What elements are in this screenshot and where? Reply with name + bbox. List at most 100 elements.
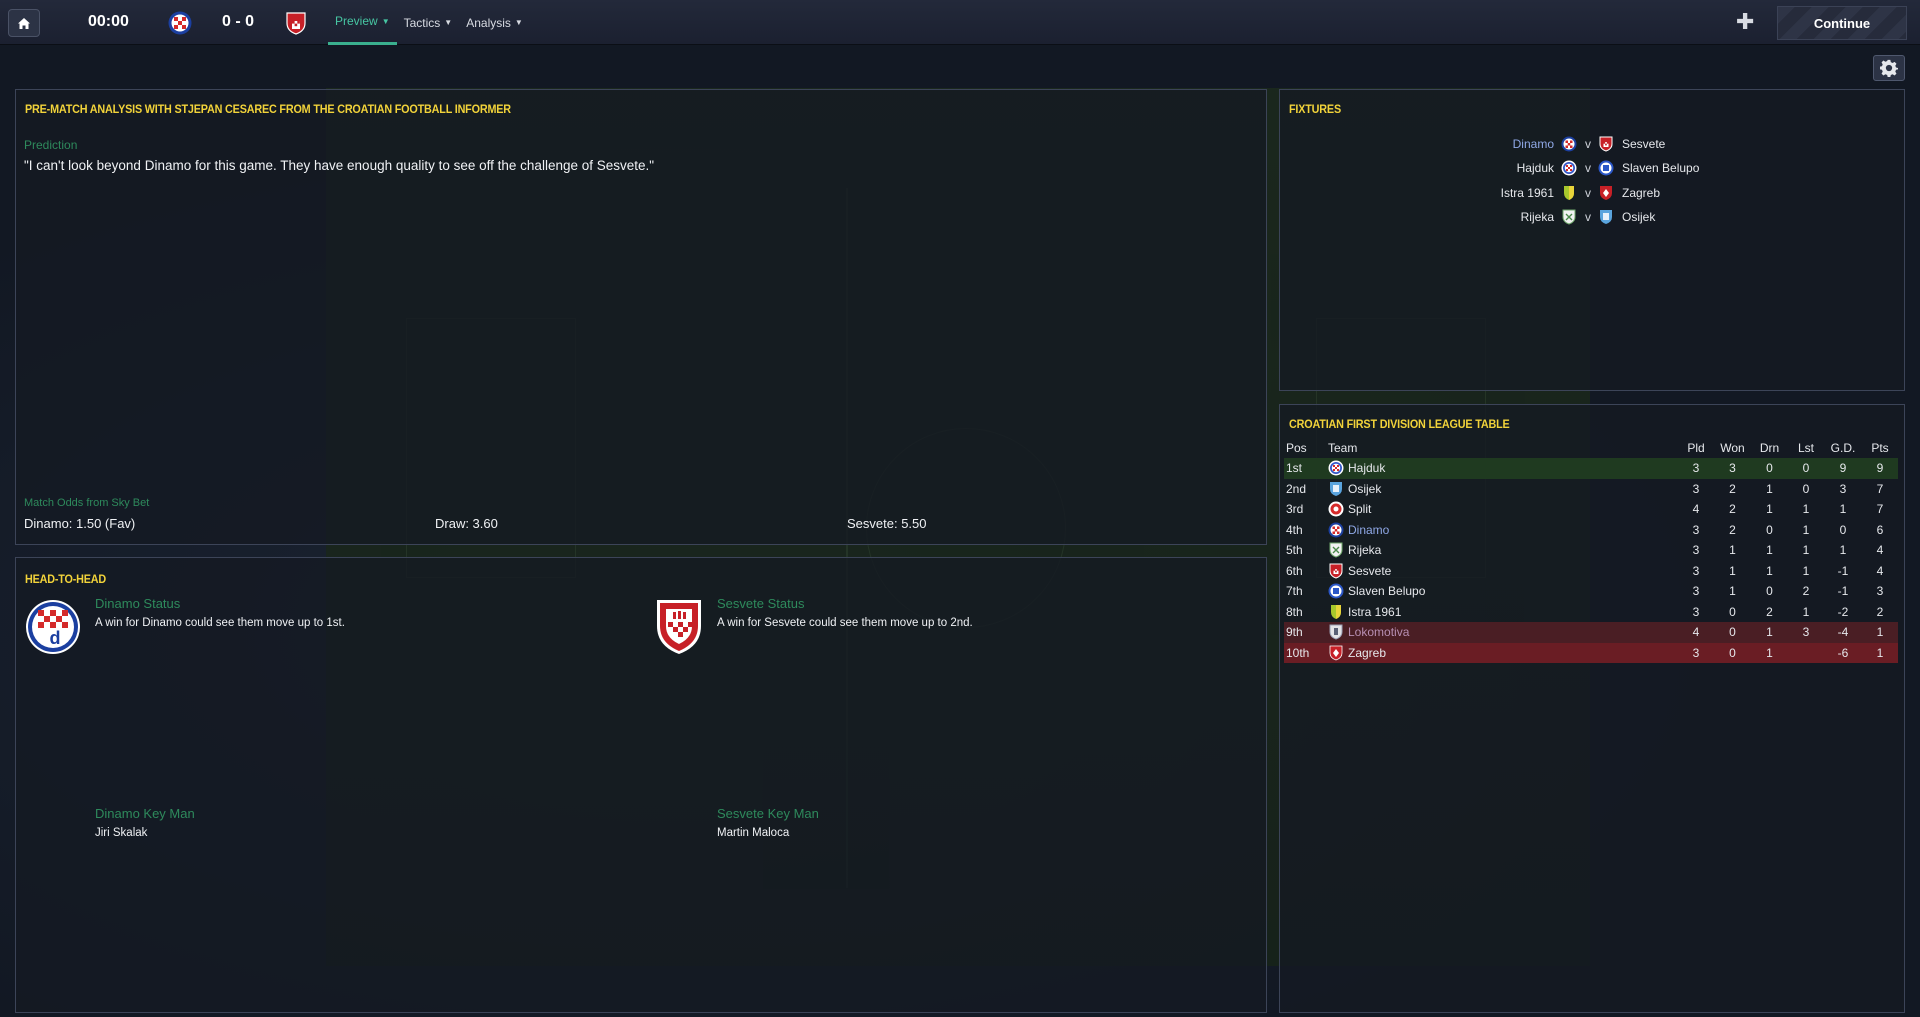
row-drn: 1 xyxy=(1766,543,1773,558)
continue-button[interactable]: Continue xyxy=(1777,6,1907,40)
row-gd: 3 xyxy=(1839,481,1847,496)
home-keyman[interactable]: Jiri Skalak xyxy=(95,827,147,839)
row-drn: 2 xyxy=(1766,604,1773,619)
fixture-home-team[interactable]: Dinamo xyxy=(1513,137,1554,151)
row-gd: -4 xyxy=(1824,622,1862,643)
away-keyman[interactable]: Martin Maloca xyxy=(717,827,789,839)
row-pts: 4 xyxy=(1876,543,1884,558)
row-pts: 2 xyxy=(1876,604,1884,619)
tab-analysis-label: Analysis xyxy=(466,15,511,30)
row-pld: 3 xyxy=(1692,563,1700,578)
col-lst[interactable]: Lst xyxy=(1788,438,1824,458)
row-team[interactable]: Dinamo xyxy=(1348,523,1389,537)
fixture-home-team[interactable]: Hajduk xyxy=(1517,161,1554,175)
table-row[interactable]: 3rd Split 4 2 1 1 1 7 xyxy=(1284,499,1898,520)
fixture-away-team[interactable]: Zagreb xyxy=(1622,186,1660,200)
row-team[interactable]: Zagreb xyxy=(1348,646,1386,660)
match-clock: 00:00 xyxy=(88,13,129,30)
col-won[interactable]: Won xyxy=(1714,438,1751,458)
row-team[interactable]: Osijek xyxy=(1348,482,1381,496)
fixture-row[interactable]: Istra 1961 v Zagreb xyxy=(1280,183,1904,203)
fixtures-panel: FIXTURES Dinamo v Sesvete Hajduk v Slave… xyxy=(1279,89,1905,391)
tab-preview-label: Preview xyxy=(335,14,378,28)
settings-button[interactable] xyxy=(1873,55,1905,81)
home-button[interactable] xyxy=(8,9,40,37)
sesvete-crest-icon[interactable] xyxy=(653,596,705,656)
row-lst: 1 xyxy=(1802,563,1810,578)
col-pos[interactable]: Pos xyxy=(1284,438,1326,458)
svg-text:d: d xyxy=(50,628,61,648)
row-team[interactable]: Rijeka xyxy=(1348,543,1381,557)
chevron-down-icon: ▼ xyxy=(514,18,523,27)
row-pts: 1 xyxy=(1862,642,1898,663)
table-row[interactable]: 5th Rijeka 3 1 1 1 1 4 xyxy=(1284,540,1898,561)
row-lst: 1 xyxy=(1802,502,1810,517)
fixture-away-team[interactable]: Osijek xyxy=(1622,210,1655,224)
row-drn: 1 xyxy=(1751,622,1788,643)
odds-home: Dinamo: 1.50 (Fav) xyxy=(24,516,136,531)
tab-analysis[interactable]: Analysis ▼ xyxy=(459,0,530,45)
home-icon xyxy=(18,17,30,29)
hajduk-crest-icon xyxy=(1328,460,1344,476)
dinamo-crest-icon xyxy=(1561,136,1577,152)
row-lst: 0 xyxy=(1788,458,1824,479)
fixture-row[interactable]: Rijeka v Osijek xyxy=(1280,207,1904,227)
col-gd[interactable]: G.D. xyxy=(1824,438,1862,458)
osijek-crest-icon xyxy=(1598,209,1614,225)
table-row[interactable]: 8th Istra 1961 3 0 2 1 -2 2 xyxy=(1284,602,1898,623)
fixture-row[interactable]: Hajduk v Slaven Belupo xyxy=(1280,158,1904,178)
rijeka-crest-icon xyxy=(1561,209,1577,225)
sesvete-crest-icon[interactable] xyxy=(284,11,308,35)
row-team[interactable]: Lokomotiva xyxy=(1348,625,1409,639)
col-pts[interactable]: Pts xyxy=(1862,438,1898,458)
table-row[interactable]: 9th Lokomotiva 4 0 1 3 -4 1 xyxy=(1284,622,1898,643)
row-won: 0 xyxy=(1729,604,1736,619)
row-pts: 7 xyxy=(1876,481,1884,496)
table-row[interactable]: 4th Dinamo 3 2 0 1 0 6 xyxy=(1284,520,1898,541)
row-pts: 9 xyxy=(1862,458,1898,479)
table-row[interactable]: 10th Zagreb 3 0 1 -6 1 xyxy=(1284,642,1898,663)
row-pos: 1st xyxy=(1284,458,1326,479)
away-status-label: Sesvete Status xyxy=(717,596,805,611)
fixture-away-team[interactable]: Slaven Belupo xyxy=(1622,161,1699,175)
table-row[interactable]: 6th Sesvete 3 1 1 1 -1 4 xyxy=(1284,561,1898,582)
row-team[interactable]: Istra 1961 xyxy=(1348,605,1401,619)
row-pts: 3 xyxy=(1876,584,1884,599)
row-team[interactable]: Hajduk xyxy=(1348,461,1385,475)
row-pts: 1 xyxy=(1862,622,1898,643)
row-drn: 1 xyxy=(1766,502,1773,517)
row-pos: 4th xyxy=(1286,522,1303,537)
fixture-home-team[interactable]: Istra 1961 xyxy=(1501,186,1554,200)
row-pld: 3 xyxy=(1692,604,1700,619)
row-team[interactable]: Split xyxy=(1348,502,1371,516)
slaven-belupo-crest-icon xyxy=(1598,160,1614,176)
fixture-away-team[interactable]: Sesvete xyxy=(1622,137,1665,151)
row-drn: 0 xyxy=(1766,522,1773,537)
row-team[interactable]: Slaven Belupo xyxy=(1348,584,1425,598)
col-drn[interactable]: Drn xyxy=(1751,438,1788,458)
fixture-home-team[interactable]: Rijeka xyxy=(1521,210,1554,224)
col-team[interactable]: Team xyxy=(1326,438,1678,458)
row-won: 2 xyxy=(1729,502,1736,517)
row-team[interactable]: Sesvete xyxy=(1348,564,1391,578)
zagreb-crest-icon xyxy=(1598,185,1614,201)
row-won: 2 xyxy=(1729,522,1736,537)
dinamo-crest-icon[interactable] xyxy=(168,11,192,35)
dinamo-crest-icon[interactable]: d xyxy=(25,598,81,656)
row-drn: 1 xyxy=(1751,642,1788,663)
hajduk-crest-icon xyxy=(1561,160,1577,176)
row-won: 0 xyxy=(1714,622,1751,643)
table-row[interactable]: 1st Hajduk 3 3 0 0 9 9 xyxy=(1284,458,1898,479)
row-won: 3 xyxy=(1714,458,1751,479)
col-pld[interactable]: Pld xyxy=(1678,438,1714,458)
table-row[interactable]: 7th Slaven Belupo 3 1 0 2 -1 3 xyxy=(1284,581,1898,602)
tab-preview[interactable]: Preview ▼ xyxy=(328,0,397,45)
tab-tactics[interactable]: Tactics ▼ xyxy=(397,0,460,45)
chevron-down-icon: ▼ xyxy=(444,18,453,27)
table-row[interactable]: 2nd Osijek 3 2 1 0 3 7 xyxy=(1284,479,1898,500)
row-gd: 1 xyxy=(1839,543,1847,558)
fixture-row[interactable]: Dinamo v Sesvete xyxy=(1280,134,1904,154)
plus-icon[interactable]: ✚ xyxy=(1736,11,1754,33)
league-table-panel: CROATIAN FIRST DIVISION LEAGUE TABLE Pos… xyxy=(1279,404,1905,1013)
row-pts: 6 xyxy=(1876,522,1884,537)
